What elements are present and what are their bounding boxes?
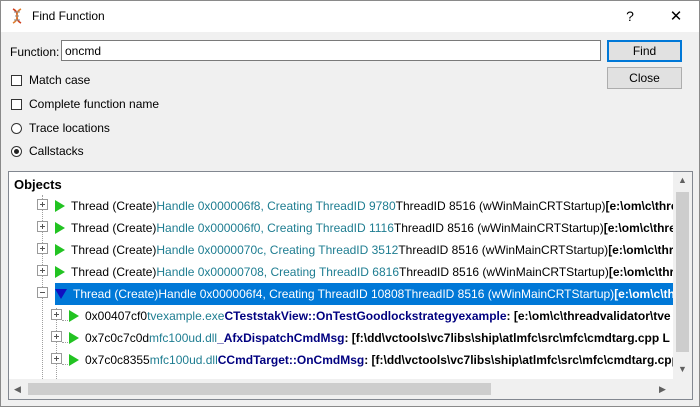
row-type: Thread (Create) [73,287,159,301]
window-close-button[interactable]: ✕ [653,1,699,32]
frame-function: CTeststakView::OnTestGoodlockstrategyexa… [224,309,507,323]
row-handle: Handle 0x000006f4, Creating ThreadID 108… [158,287,405,301]
trace-locations-label: Trace locations [29,121,110,135]
scroll-down-icon[interactable]: ▼ [673,361,692,378]
table-row[interactable]: 0x7c0c7c0d mfc100ud.dll _AfxDispatchCmdM… [69,327,670,349]
function-label: Function: [10,45,60,59]
row-location: [e:\om\c\thre [614,287,673,301]
row-location: [e:\om\c\threa [605,199,673,213]
scroll-left-icon[interactable]: ◀ [9,379,26,399]
frame-address: 0x00407cf0 [85,309,148,323]
title-bar: Find Function ? ✕ [1,1,699,32]
frame-function: _AfxDispatchCmdMsg [217,331,345,345]
match-case-label: Match case [29,73,91,87]
callstacks-option[interactable]: Callstacks [11,144,84,158]
frame-module: tvexample.exe [147,309,225,323]
green-triangle-icon [69,310,79,322]
frame-source: : [e:\om\c\threadvalidator\tve [506,309,671,323]
row-type: Thread (Create) [71,265,157,279]
callstacks-radio[interactable] [11,145,22,157]
frame-address: 0x7c0c8355 [85,353,150,367]
green-triangle-icon [69,332,79,344]
scroll-right-icon[interactable]: ▶ [654,379,671,399]
trace-locations-option[interactable]: Trace locations [11,121,110,135]
row-thread: ThreadID 8516 (wWinMainCRTStartup) [404,287,615,301]
horizontal-scrollbar[interactable]: ◀ ▶ [9,379,673,399]
green-triangle-icon [55,266,65,278]
plus-box-icon[interactable] [37,243,48,254]
plus-box-icon[interactable] [37,199,48,210]
table-row[interactable]: Thread (Create) Handle 0x0000070c, Creat… [55,239,673,261]
row-type: Thread (Create) [71,221,157,235]
green-triangle-icon [55,200,65,212]
row-handle: Handle 0x000006f8, Creating ThreadID 978… [156,199,396,213]
plus-box-icon[interactable] [51,353,62,364]
trace-locations-radio[interactable] [11,122,22,134]
row-location: [e:\om\c\threa [603,221,673,235]
complete-name-checkbox[interactable] [11,98,22,110]
horizontal-scroll-thumb[interactable] [28,383,491,395]
find-button[interactable]: Find [607,40,682,62]
complete-name-label: Complete function name [29,97,160,111]
row-location: [e:\om\c\threa [608,265,673,279]
row-handle: Handle 0x0000070c, Creating ThreadID 351… [156,243,399,257]
scroll-corner [673,379,692,399]
green-triangle-icon [55,244,65,256]
vertical-scrollbar[interactable]: ▲ ▼ [673,172,692,379]
plus-box-icon[interactable] [51,331,62,342]
frame-source: : [f:\dd\vctools\vc7libs\ship\atlmfc\src… [344,331,670,345]
plus-box-icon[interactable] [51,309,62,320]
window-title: Find Function [32,9,105,23]
match-case-checkbox[interactable] [11,74,22,86]
match-case-option[interactable]: Match case [11,73,90,87]
table-row[interactable]: Thread (Create) Handle 0x000006f8, Creat… [55,195,673,217]
tree-rows: Thread (Create) Handle 0x000006f8, Creat… [9,195,673,381]
vertical-scroll-thumb[interactable] [676,192,689,352]
row-type: Thread (Create) [71,243,157,257]
close-button[interactable]: Close [607,67,682,89]
row-thread: ThreadID 8516 (wWinMainCRTStartup) [393,221,604,235]
blue-triangle-down-icon [55,289,67,299]
row-thread: ThreadID 8516 (wWinMainCRTStartup) [395,199,606,213]
row-handle: Handle 0x000006f0, Creating ThreadID 111… [156,221,394,235]
scroll-up-icon[interactable]: ▲ [673,172,692,189]
objects-header: Objects [14,177,62,192]
plus-box-icon[interactable] [37,265,48,276]
table-row-selected[interactable]: Thread (Create) Handle 0x000006f4, Creat… [55,283,673,305]
table-row[interactable]: 0x00407cf0 tvexample.exe CTeststakView::… [69,305,671,327]
row-type: Thread (Create) [71,199,157,213]
row-handle: Handle 0x00000708, Creating ThreadID 681… [156,265,399,279]
function-input[interactable] [61,40,601,61]
row-thread: ThreadID 8516 (wWinMainCRTStartup) [399,265,609,279]
frame-address: 0x7c0c7c0d [85,331,150,345]
plus-box-icon[interactable] [37,221,48,232]
table-row[interactable]: 0x7c0c8355 mfc100ud.dll CCmdTarget::OnCm… [69,349,673,371]
green-triangle-icon [69,354,79,366]
frame-function: CCmdTarget::OnCmdMsg [217,353,365,367]
minus-box-icon[interactable] [37,287,48,298]
table-row[interactable]: Thread (Create) Handle 0x000006f0, Creat… [55,217,673,239]
callstacks-label: Callstacks [29,144,84,158]
find-function-dialog: Find Function ? ✕ Function: Find Close M… [0,0,700,407]
frame-module: mfc100ud.dll [149,353,218,367]
objects-tree[interactable]: Objects Thread (Create) Handle 0x000006f… [8,171,693,400]
green-triangle-icon [55,222,65,234]
complete-name-option[interactable]: Complete function name [11,97,159,111]
dna-icon [12,8,22,24]
table-row[interactable]: Thread (Create) Handle 0x00000708, Creat… [55,261,673,283]
frame-module: mfc100ud.dll [149,331,218,345]
help-button[interactable]: ? [607,1,653,32]
row-thread: ThreadID 8516 (wWinMainCRTStartup) [398,243,609,257]
frame-source: : [f:\dd\vctools\vc7libs\ship\atlmfc\src… [364,353,673,367]
row-location: [e:\om\c\threa [608,243,673,257]
